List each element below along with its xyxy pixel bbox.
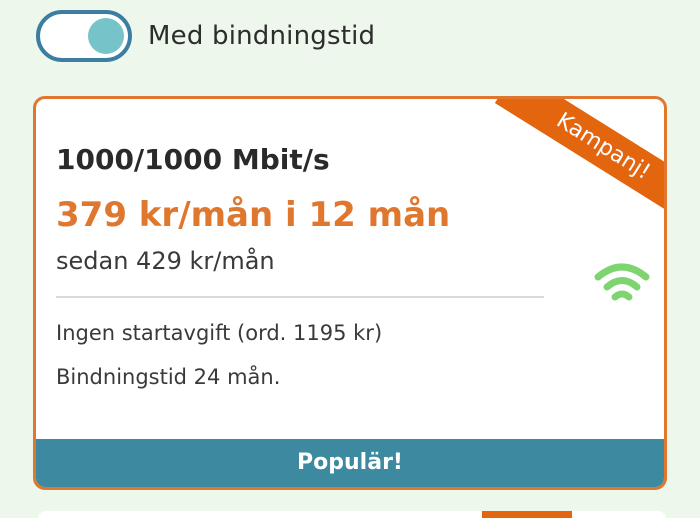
feature-binding-period: Bindningstid 24 mån. (56, 365, 281, 389)
popular-footer: Populär! (36, 439, 664, 487)
divider (56, 296, 544, 298)
plan-card[interactable]: Kampanj! 1000/1000 Mbit/s 379 kr/mån i 1… (33, 96, 667, 490)
campaign-ribbon: Kampanj! (474, 99, 664, 209)
plan-price: 379 kr/mån i 12 mån (56, 195, 451, 235)
next-card-ribbon (482, 511, 572, 518)
binding-toggle-row: Med bindningstid (36, 10, 375, 62)
toggle-knob (88, 18, 124, 54)
binding-toggle[interactable] (36, 10, 132, 62)
plan-speed-title: 1000/1000 Mbit/s (56, 143, 330, 176)
feature-startup-fee: Ingen startavgift (ord. 1195 kr) (56, 321, 383, 345)
plan-later-price: sedan 429 kr/mån (56, 247, 275, 275)
toggle-label: Med bindningstid (148, 21, 376, 51)
campaign-ribbon-label: Kampanj! (494, 99, 664, 209)
wifi-icon (594, 263, 650, 301)
page: Med bindningstid Kampanj! 1000/1000 Mbit… (0, 0, 700, 518)
